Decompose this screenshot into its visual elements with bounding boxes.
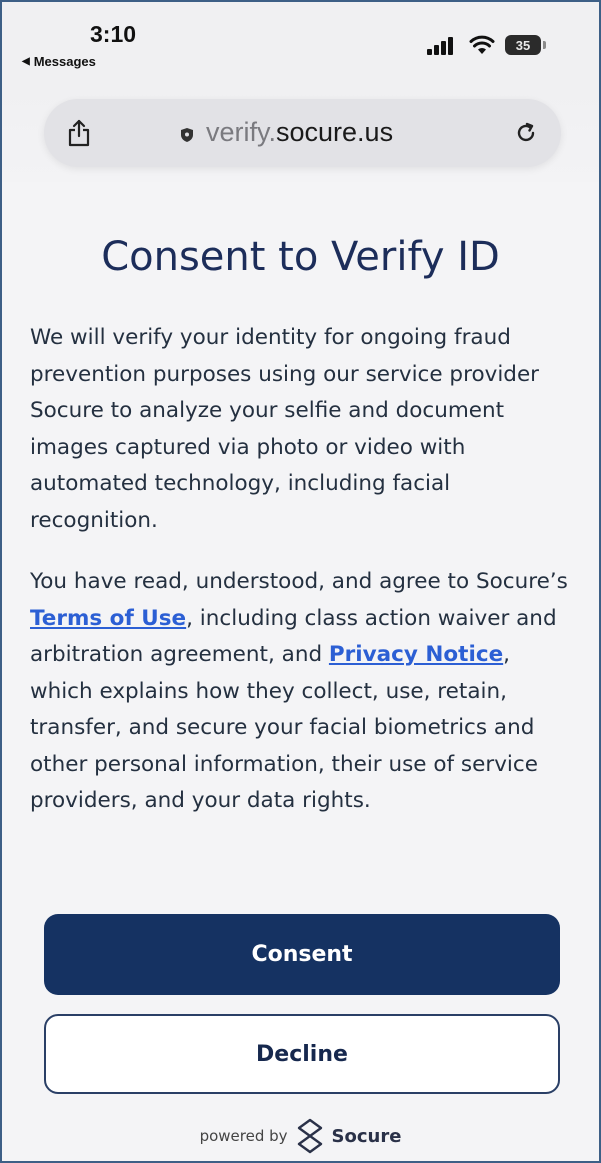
socure-logo-icon	[297, 1118, 322, 1154]
browser-toolbar: verify.socure.us	[2, 82, 599, 182]
agreement-paragraph: You have read, understood, and agree to …	[30, 564, 575, 820]
verification-description: We will verify your identity for ongoing…	[30, 325, 540, 533]
url-domain: socure.us	[276, 117, 394, 147]
privacy-notice-link[interactable]: Privacy Notice	[329, 642, 503, 667]
back-triangle-icon: ◀	[22, 56, 30, 67]
back-to-app-link[interactable]: ◀ Messages	[22, 54, 96, 69]
reload-icon[interactable]	[514, 121, 538, 145]
powered-by-label: powered by	[199, 1127, 288, 1145]
wifi-icon	[469, 35, 495, 54]
lock-icon	[181, 128, 193, 142]
page-title: Consent to Verify ID	[101, 234, 500, 280]
battery-level: 35	[515, 37, 531, 53]
battery-icon: 35	[505, 35, 547, 55]
status-bar: 3:10 ◀ Messages 35	[2, 2, 599, 82]
share-icon[interactable]	[66, 119, 92, 147]
address-bar[interactable]: verify.socure.us	[44, 99, 561, 167]
phone-screen: 3:10 ◀ Messages 35 verify.socure.us Cons…	[0, 0, 601, 1163]
socure-brand-name: Socure	[331, 1125, 402, 1147]
agreement-text-3: , which explains how they collect, use, …	[30, 642, 538, 813]
status-time: 3:10	[90, 21, 137, 47]
powered-by-footer: powered by Socure	[2, 1118, 599, 1154]
terms-of-use-link[interactable]: Terms of Use	[30, 606, 186, 631]
signal-icon	[427, 37, 453, 55]
url-subdomain: verify.	[206, 117, 277, 147]
agreement-text-1: You have read, understood, and agree to …	[30, 569, 568, 594]
consent-button[interactable]: Consent	[44, 914, 560, 995]
back-app-label: Messages	[33, 54, 96, 69]
url-text: verify.socure.us	[206, 117, 393, 148]
decline-button[interactable]: Decline	[44, 1014, 560, 1094]
consent-page: Consent to Verify ID We will verify your…	[2, 182, 599, 1161]
